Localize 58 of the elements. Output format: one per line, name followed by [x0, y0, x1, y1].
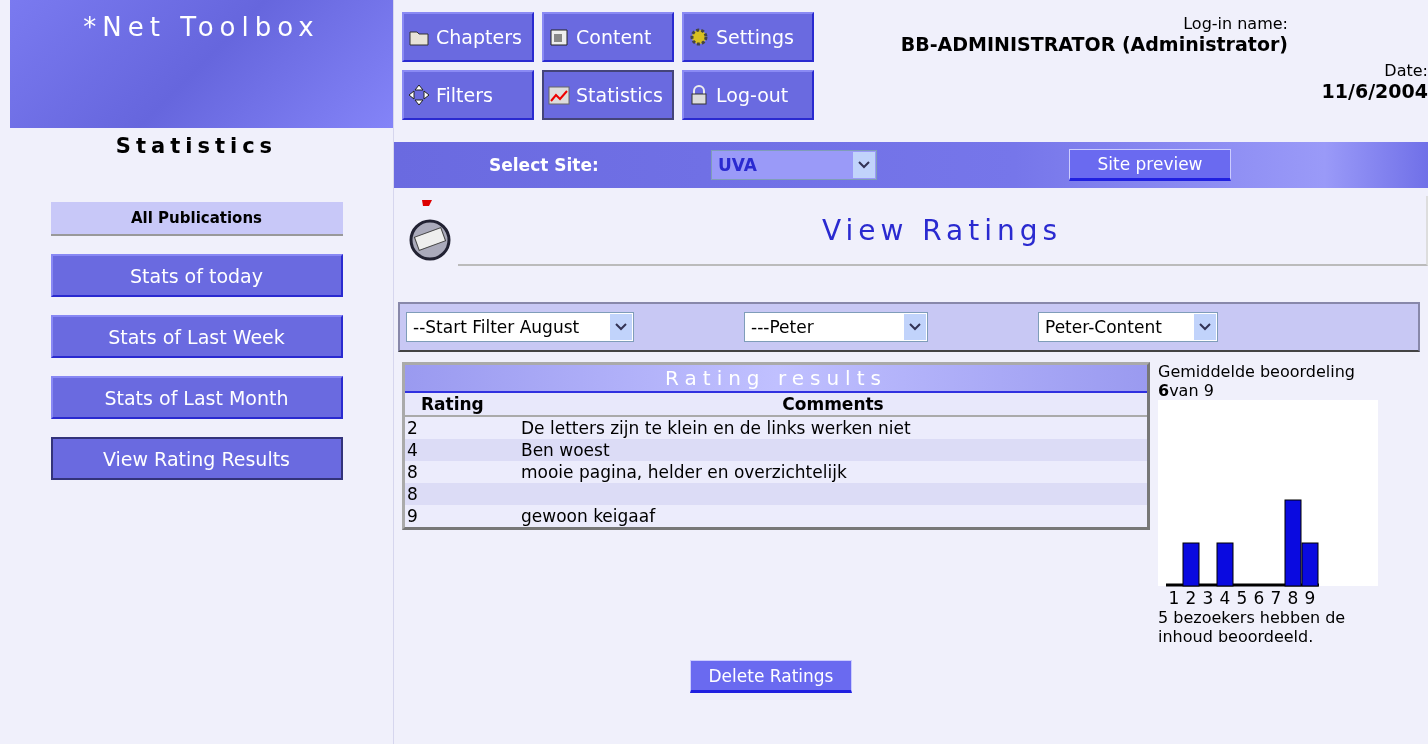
nav-button[interactable]: Filters	[402, 70, 534, 120]
table-cell: 2	[405, 416, 519, 439]
dropdown-caret-icon	[610, 314, 632, 340]
login-name: BB-ADMINISTRATOR (Administrator)	[900, 33, 1288, 55]
table-cell: mooie pagina, helder en overzichtelijk	[519, 461, 1147, 483]
axis-label: 1	[1168, 588, 1180, 608]
table-title: Rating results	[405, 365, 1147, 393]
sidebar-button[interactable]: Stats of today	[50, 254, 343, 297]
sidebar-button[interactable]: Stats of Last Month	[50, 376, 343, 419]
delete-ratings-button[interactable]: Delete Ratings	[690, 660, 852, 693]
filter-select[interactable]: Peter-Content	[1038, 312, 1218, 342]
move-arrows-icon	[408, 84, 430, 106]
table-cell: De letters zijn te klein en de links werken niet	[519, 416, 1147, 439]
axis-label: 3	[1202, 588, 1214, 608]
date-value: 11/6/2004	[1321, 80, 1428, 102]
average-value: 6van 9	[1158, 381, 1215, 400]
site-preview-button[interactable]: Site preview	[1069, 149, 1231, 181]
nav-button[interactable]: Statistics	[542, 70, 674, 120]
average-label: Gemiddelde beoordeling	[1158, 362, 1357, 381]
table-cell: 8	[405, 483, 519, 505]
sidebar-button[interactable]: Stats of Last Week	[50, 315, 343, 358]
table-cell: gewoon keigaaf	[519, 505, 1147, 527]
nav-button[interactable]: Log-out	[682, 70, 814, 120]
table-cell: 8	[405, 461, 519, 483]
page-title: View Ratings	[821, 214, 1063, 249]
filter-select[interactable]: ---Peter	[744, 312, 928, 342]
nav-button[interactable]: Chapters	[402, 12, 534, 62]
nav-button[interactable]: Content	[542, 12, 674, 62]
document-icon	[548, 26, 570, 48]
axis-label: 4	[1219, 588, 1231, 608]
axis-label: 7	[1270, 588, 1282, 608]
login-label: Log-in name:	[1183, 14, 1288, 33]
axis-label: 5	[1236, 588, 1248, 608]
sidebar-heading: All Publications	[50, 202, 343, 236]
axis-label: 9	[1304, 588, 1316, 608]
voters-note: 5 bezoekers hebben de inhoud beoordeeld.	[1158, 608, 1347, 646]
dropdown-caret-icon	[853, 152, 875, 178]
gear-icon	[688, 26, 710, 48]
section-title: Statistics	[115, 134, 278, 158]
dropdown-caret-icon	[904, 314, 926, 340]
axis-label: 6	[1253, 588, 1265, 608]
line-chart-icon	[548, 84, 570, 106]
lock-icon	[688, 84, 710, 106]
dropdown-caret-icon	[1194, 314, 1216, 340]
date-label: Date:	[1384, 61, 1428, 80]
filter-select[interactable]: --Start Filter August	[406, 312, 634, 342]
nav-button[interactable]: Settings	[682, 12, 814, 62]
table-cell: 9	[405, 505, 519, 527]
select-site-label: Select Site:	[489, 155, 600, 175]
brand-name: *Net Toolbox	[83, 12, 320, 44]
sidebar-button[interactable]: View Rating Results	[50, 437, 343, 480]
table-cell: Ben woest	[519, 439, 1147, 461]
axis-label: 8	[1287, 588, 1299, 608]
bar	[1216, 542, 1234, 587]
axis-label: 2	[1185, 588, 1197, 608]
site-select[interactable]: UVA	[711, 150, 877, 180]
table-cell: 4	[405, 439, 519, 461]
bar	[1182, 542, 1200, 587]
